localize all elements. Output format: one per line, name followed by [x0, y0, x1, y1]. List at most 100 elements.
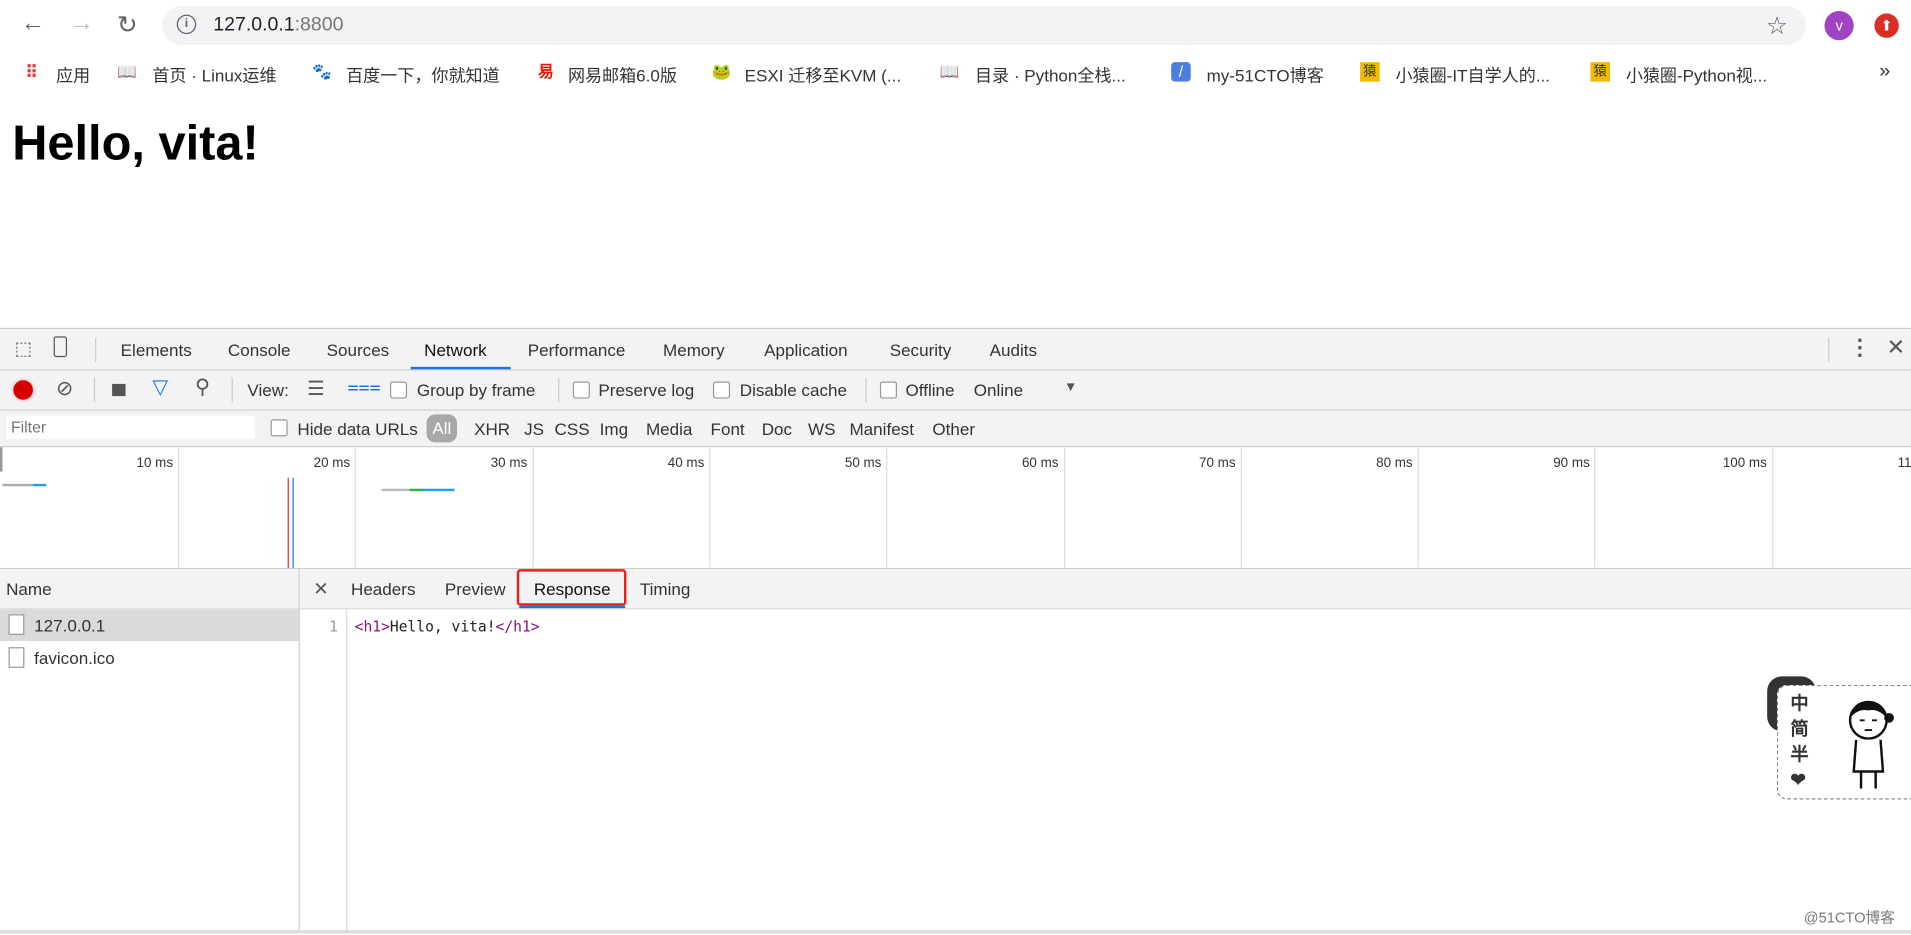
filter-type-media[interactable]: Media	[646, 419, 692, 439]
group-by-frame-checkbox[interactable]	[390, 381, 408, 399]
record-icon[interactable]	[13, 380, 33, 400]
overview-tick-label: 80 ms	[1376, 455, 1413, 471]
filter-type-css[interactable]: CSS	[555, 419, 590, 439]
response-code[interactable]: <h1>Hello, vita!</h1>	[355, 618, 540, 635]
filter-type-doc[interactable]: Doc	[762, 419, 792, 439]
bookmarks-overflow-button[interactable]: »	[1879, 61, 1890, 83]
filter-type-font[interactable]: Font	[711, 419, 745, 439]
bookmark-star-icon[interactable]: ☆	[1766, 11, 1788, 41]
hide-data-urls-label: Hide data URLs	[297, 419, 418, 439]
tab-performance[interactable]: Performance	[528, 340, 626, 360]
filter-type-img[interactable]: Img	[600, 419, 628, 439]
tab-audits[interactable]: Audits	[990, 340, 1037, 360]
overview-gridline	[1063, 447, 1065, 568]
tab-security[interactable]: Security	[890, 340, 952, 360]
tab-network[interactable]: Network	[424, 340, 487, 360]
close-devtools-icon[interactable]: ✕	[1887, 335, 1905, 361]
bottom-edge	[0, 929, 1911, 934]
filter-icon[interactable]: ▽	[152, 375, 168, 399]
bookmark-item[interactable]: 首页 · Linux运维	[152, 63, 276, 87]
book-icon: 📖	[939, 62, 960, 81]
throttling-select[interactable]: Online	[974, 380, 1023, 400]
tab-console[interactable]: Console	[228, 340, 291, 360]
bookmark-item[interactable]: ESXI 迁移至KVM (...	[745, 63, 901, 87]
hide-data-urls-checkbox[interactable]	[270, 419, 288, 437]
line-number: 1	[329, 617, 338, 635]
bookmark-item[interactable]: 小猿圈-IT自学人的...	[1395, 63, 1550, 87]
request-bar-queue	[381, 488, 410, 492]
overview-gridline	[1594, 447, 1596, 568]
tab-headers[interactable]: Headers	[351, 579, 415, 599]
filter-type-manifest[interactable]: Manifest	[849, 419, 913, 439]
reload-icon[interactable]: ↻	[117, 10, 137, 40]
forward-icon[interactable]: →	[69, 10, 93, 38]
highlight-box	[516, 569, 627, 606]
offline-label: Offline	[905, 380, 955, 400]
request-name: 127.0.0.1	[34, 615, 106, 635]
separator	[1828, 337, 1830, 362]
filter-type-js[interactable]: JS	[524, 419, 544, 439]
request-row[interactable]: 127.0.0.1	[0, 609, 299, 642]
bookmark-item[interactable]: 百度一下，你就知道	[346, 63, 500, 87]
request-row[interactable]: favicon.ico	[0, 642, 299, 674]
tab-preview[interactable]: Preview	[445, 579, 506, 599]
overview-tick-label: 100 ms	[1722, 455, 1767, 471]
yuan-icon: 猿	[1360, 62, 1380, 82]
overview-tick-label: 90 ms	[1553, 455, 1590, 471]
filter-type-all[interactable]: All	[426, 414, 458, 443]
filter-input[interactable]	[6, 415, 255, 439]
device-toolbar-icon[interactable]	[53, 336, 68, 358]
tab-sources[interactable]: Sources	[327, 340, 390, 360]
large-rows-icon[interactable]: ☰	[307, 377, 324, 401]
overview-tick-label: 20 ms	[313, 455, 351, 471]
feather-icon: /	[1171, 62, 1191, 82]
back-icon[interactable]: ←	[21, 10, 45, 38]
tab-memory[interactable]: Memory	[663, 340, 725, 360]
clear-icon[interactable]: ⊘	[56, 377, 73, 401]
capture-screenshots-icon[interactable]	[112, 383, 126, 397]
overview-tick-label: 11	[1897, 455, 1911, 471]
devtools-tab-bar: ⬚ Elements Console Sources Network Perfo…	[0, 329, 1911, 371]
cartoon-girl-icon	[1848, 700, 1894, 789]
name-column-header[interactable]: Name	[0, 569, 299, 610]
avatar[interactable]: v	[1824, 10, 1854, 41]
separator	[231, 377, 233, 403]
more-options-icon[interactable]: ⋮	[1849, 335, 1871, 361]
info-icon[interactable]: i	[176, 14, 197, 35]
tab-timing[interactable]: Timing	[640, 579, 691, 599]
overview-handle[interactable]	[0, 447, 3, 472]
bookmark-item[interactable]: 应用	[56, 63, 90, 87]
netease-mail-icon: 易	[538, 62, 554, 81]
bookmark-item[interactable]: 目录 · Python全栈...	[975, 63, 1126, 87]
filter-type-other[interactable]: Other	[932, 419, 975, 439]
address-bar[interactable]: i 127.0.0.1:8800 ☆	[162, 6, 1807, 46]
filter-type-xhr[interactable]: XHR	[474, 419, 510, 439]
overview-tick-label: 70 ms	[1199, 455, 1236, 471]
close-details-icon[interactable]: ✕	[313, 578, 328, 600]
tab-elements[interactable]: Elements	[121, 340, 192, 360]
overview-gridline	[177, 447, 180, 568]
disable-cache-checkbox[interactable]	[712, 381, 731, 399]
search-icon[interactable]: ⚲	[195, 375, 210, 399]
sticker-widget[interactable]: 中简半 ❤	[1776, 684, 1911, 800]
bookmark-item[interactable]: 网易邮箱6.0版	[568, 63, 677, 87]
watermark: @51CTO博客	[1803, 909, 1895, 927]
name-header-label: Name	[6, 578, 52, 599]
overview-tick-label: 30 ms	[490, 455, 528, 471]
overview-tick-label: 50 ms	[844, 455, 882, 471]
bookmark-item[interactable]: my-51CTO博客	[1207, 63, 1324, 87]
book-icon: 📖	[117, 62, 137, 81]
inspect-element-icon[interactable]: ⬚	[15, 338, 32, 360]
overview-gridline	[1240, 447, 1242, 568]
chevron-down-icon[interactable]: ▼	[1064, 380, 1077, 395]
bookmark-item[interactable]: 小猿圈-Python视...	[1626, 63, 1767, 87]
overview-tick-label: 40 ms	[667, 455, 705, 471]
tab-application[interactable]: Application	[764, 340, 847, 360]
preserve-log-checkbox[interactable]	[572, 381, 590, 399]
overview-gridline	[1771, 447, 1773, 568]
filter-bar: Hide data URLs All XHR JS CSS Img Media …	[0, 410, 1911, 448]
offline-checkbox[interactable]	[879, 381, 897, 399]
filter-type-ws[interactable]: WS	[808, 419, 835, 439]
update-icon[interactable]: ⬆	[1874, 13, 1899, 38]
waterfall-view-icon[interactable]: ⩶	[347, 377, 380, 399]
